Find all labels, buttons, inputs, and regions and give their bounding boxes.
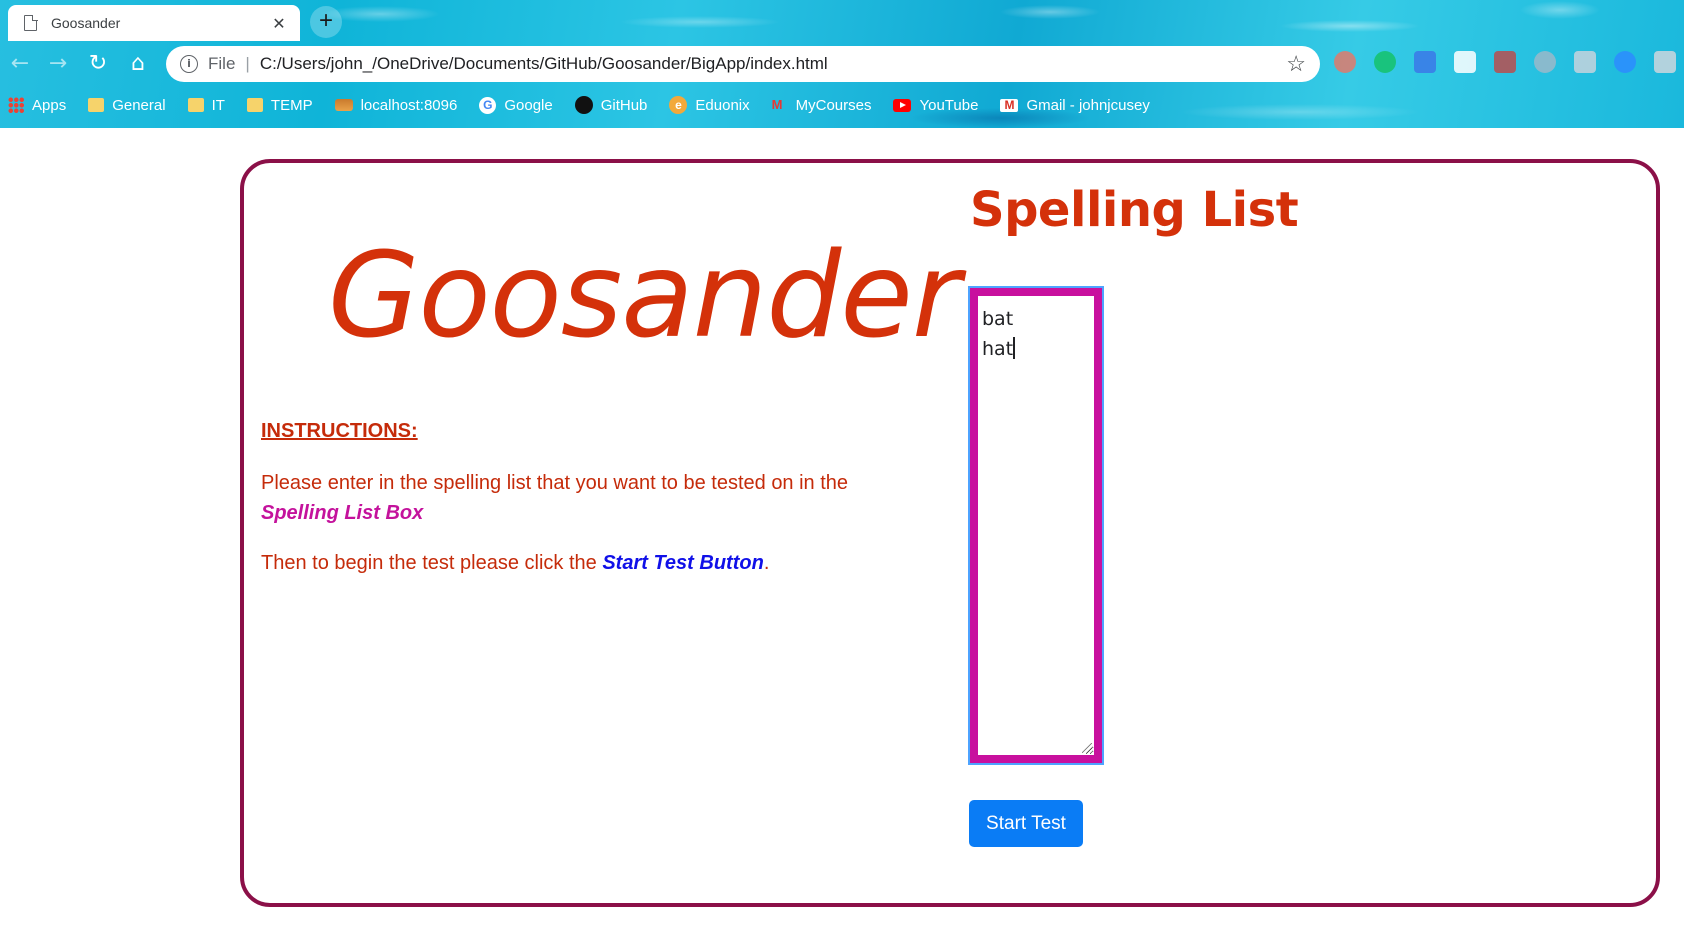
start-test-button-reference: Start Test Button: [602, 552, 764, 574]
grammarly-icon[interactable]: [1374, 51, 1396, 73]
bookmark-label: YouTube: [919, 96, 979, 114]
layers-icon[interactable]: [1654, 51, 1676, 73]
folder-icon: [246, 98, 263, 112]
extension-toolbar: [1334, 51, 1676, 73]
address-bar[interactable]: i File | C:/Users/john_/OneDrive/Documen…: [166, 46, 1320, 82]
bookmark-eduonix[interactable]: e Eduonix: [669, 96, 750, 114]
bookmark-localhost[interactable]: localhost:8096: [334, 96, 458, 114]
forward-icon[interactable]: →: [42, 48, 74, 80]
bookmark-github[interactable]: GitHub: [574, 96, 648, 114]
bookmark-apps[interactable]: Apps: [8, 97, 66, 114]
spelling-list-box-reference: Spelling List Box: [261, 502, 424, 524]
extension-icon[interactable]: [1334, 51, 1356, 73]
instruction-text: Then to begin the test please click the: [261, 552, 603, 574]
youtube-icon: [893, 98, 912, 112]
spelling-list-title: Spelling List: [970, 182, 1299, 238]
instruction-paragraph-2: Then to begin the test please click the …: [261, 548, 901, 578]
apps-grid-icon: [8, 97, 24, 113]
bookmark-general[interactable]: General: [88, 96, 166, 114]
brand-title: Goosander: [328, 226, 960, 364]
bookmark-label: TEMP: [270, 96, 313, 114]
gmail-icon: M: [1000, 98, 1019, 112]
folder-icon: [187, 98, 204, 112]
pdf-icon[interactable]: [1574, 51, 1596, 73]
info-icon[interactable]: i: [180, 55, 198, 73]
instructions-heading: INSTRUCTIONS:: [261, 420, 418, 442]
spelling-list-textarea[interactable]: bat hat: [968, 286, 1104, 765]
url-separator: |: [245, 54, 250, 73]
close-icon[interactable]: ✕: [270, 14, 288, 33]
page-icon: [24, 14, 38, 31]
reload-icon[interactable]: ↻: [82, 48, 114, 80]
start-test-button[interactable]: Start Test: [969, 800, 1083, 847]
spelling-word: bat: [982, 308, 1014, 330]
instruction-end: .: [763, 552, 770, 574]
bookmark-it[interactable]: IT: [187, 96, 225, 114]
mycourses-icon: M: [771, 97, 783, 112]
bookmark-mycourses[interactable]: M MyCourses: [772, 97, 872, 114]
folder-icon: [88, 98, 105, 112]
bookmark-label: GitHub: [600, 96, 648, 114]
bookmark-label: Gmail - johnjcusey: [1026, 96, 1150, 114]
github-icon: [574, 96, 593, 114]
bookmark-youtube[interactable]: YouTube: [893, 97, 978, 114]
browser-tab[interactable]: Goosander ✕: [8, 5, 300, 41]
bookmarks-bar: Apps General IT TEMP localhost:8096 G Goo…: [8, 92, 1150, 118]
ublock-icon[interactable]: [1454, 51, 1476, 73]
google-icon: G: [479, 96, 497, 114]
back-icon[interactable]: ←: [4, 48, 36, 80]
browser-chrome: Goosander ✕ + ← → ↻ ⌂ i File | C:/Users/…: [0, 0, 1684, 128]
bookmark-label: Eduonix: [695, 96, 750, 114]
new-tab-button[interactable]: +: [310, 6, 342, 38]
resize-handle-icon[interactable]: [1082, 743, 1092, 753]
spelling-word: hat: [982, 338, 1014, 360]
url-scheme-label: File: [208, 54, 236, 73]
instruction-paragraph-1: Please enter in the spelling list that y…: [261, 468, 881, 528]
tab-title: Goosander: [51, 15, 121, 31]
burger-icon: [334, 99, 353, 111]
spelling-word-active: hat: [982, 334, 1090, 364]
bookmark-label: IT: [211, 96, 225, 114]
bookmark-label: MyCourses: [795, 96, 872, 114]
extension-icon[interactable]: [1494, 51, 1516, 73]
bookmark-temp[interactable]: TEMP: [246, 96, 313, 114]
bookmark-gmail[interactable]: M Gmail - johnjcusey: [1000, 96, 1150, 114]
zoom-icon[interactable]: [1614, 51, 1636, 73]
bookmark-label: localhost:8096: [360, 96, 458, 114]
text-caret: [1013, 337, 1015, 359]
github-ext-icon[interactable]: [1534, 51, 1556, 73]
home-icon[interactable]: ⌂: [122, 48, 154, 80]
eduonix-icon: e: [669, 96, 688, 114]
bookmark-label: Google: [504, 96, 553, 114]
translate-icon[interactable]: [1414, 51, 1436, 73]
url-text[interactable]: C:/Users/john_/OneDrive/Documents/GitHub…: [260, 54, 1286, 74]
bookmark-google[interactable]: G Google: [479, 96, 553, 114]
bookmark-label: Apps: [32, 96, 67, 114]
instruction-text: Please enter in the spelling list that y…: [261, 472, 849, 494]
bookmark-star-icon[interactable]: ☆: [1286, 51, 1306, 77]
bookmark-label: General: [112, 96, 166, 114]
